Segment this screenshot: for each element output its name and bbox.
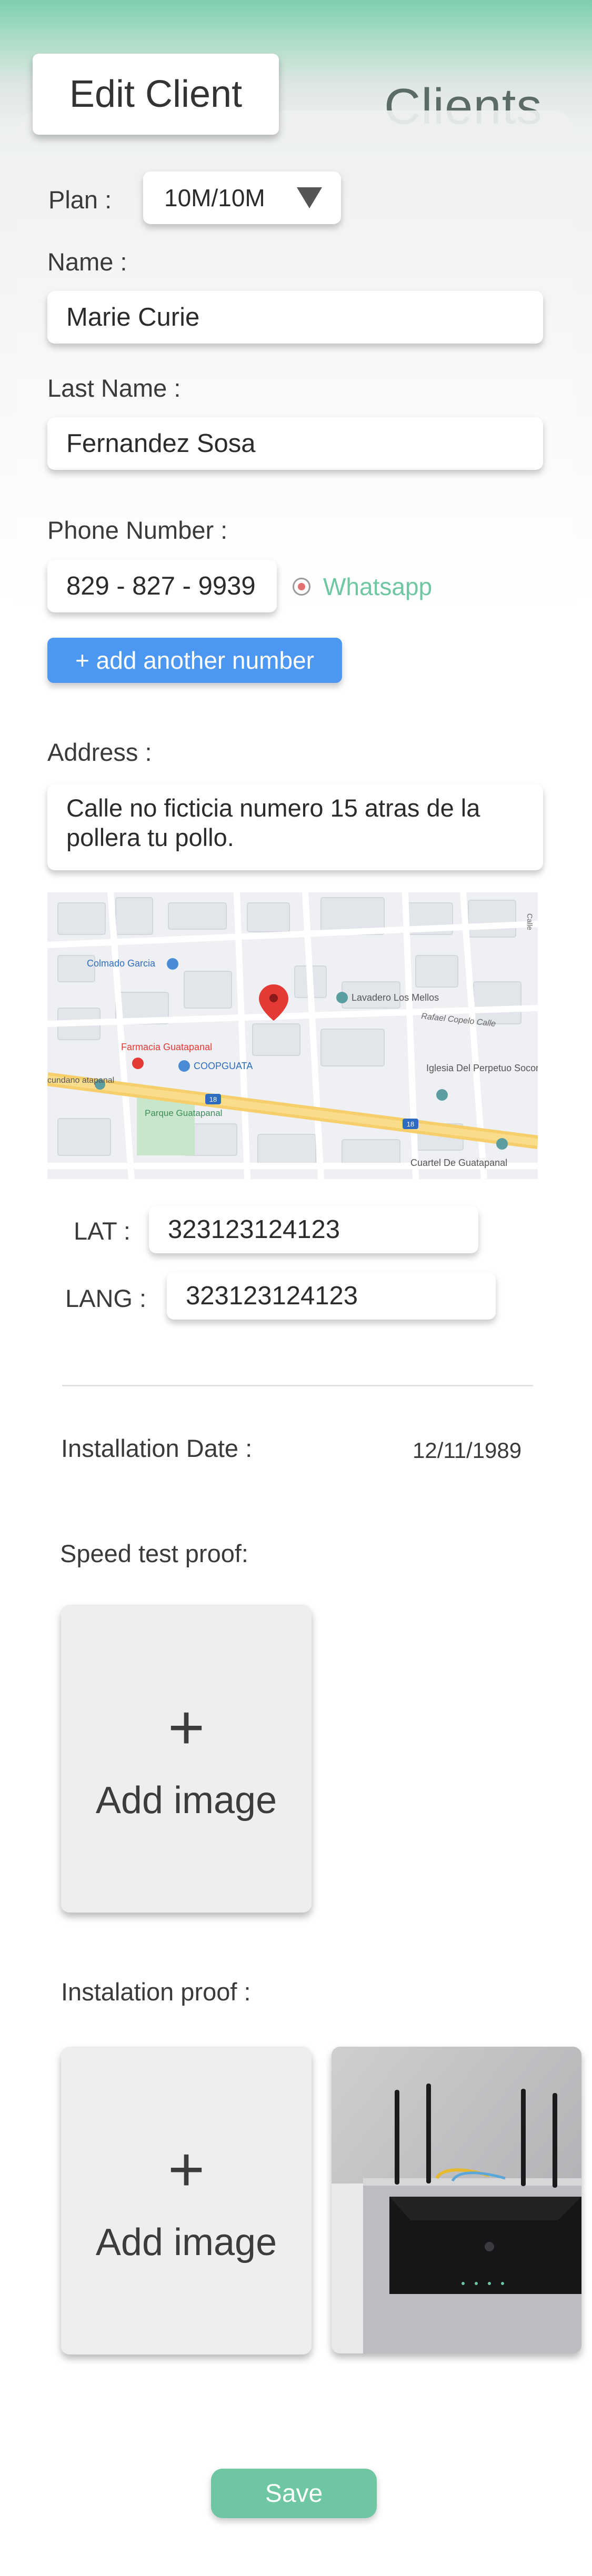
map-label-parque: Parque Guatapanal (145, 1108, 222, 1118)
map-label-coopguata: COOPGUATA (194, 1061, 253, 1071)
map-label-iglesia: Iglesia Del Perpetuo Socorro (426, 1063, 538, 1073)
add-another-number-button[interactable]: + add another number (47, 638, 342, 683)
router-photo-thumbnail[interactable] (332, 2047, 581, 2353)
add-image-label: Add image (95, 2221, 277, 2263)
plan-label: Plan : (48, 186, 112, 214)
lat-input[interactable]: 323123124123 (149, 1206, 478, 1253)
plus-icon: + (167, 1692, 205, 1763)
installation-date-label: Installation Date : (61, 1434, 253, 1462)
lang-label: LANG : (65, 1284, 147, 1312)
last-name-label: Last Name : (47, 374, 181, 402)
last-name-input[interactable]: Fernandez Sosa (47, 417, 543, 470)
save-button[interactable]: Save (211, 2469, 377, 2518)
plan-select[interactable]: 10M/10M (143, 172, 341, 224)
lang-input[interactable]: 323123124123 (167, 1272, 496, 1320)
map-route-number-2: 18 (407, 1120, 414, 1128)
address-input[interactable]: Calle no ficticia numero 15 atras de la … (47, 784, 543, 870)
whatsapp-label: Whatsapp (323, 573, 433, 600)
lat-label: LAT : (74, 1217, 131, 1245)
phone-number-label: Phone Number : (47, 516, 228, 544)
plus-icon: + (167, 2134, 205, 2205)
map-route-number: 18 (209, 1095, 217, 1103)
map-label-cundano: cundano atapanal (47, 1076, 114, 1085)
router-photo-image (332, 2047, 581, 2353)
section-divider (62, 1385, 533, 1386)
installation-proof-label: Instalation proof : (61, 1978, 251, 2006)
map-label-cuartel: Cuartel De Guatapanal (410, 1158, 507, 1168)
installation-proof-add-image-button[interactable]: + Add image (61, 2047, 312, 2354)
installation-date-value[interactable]: 12/11/1989 (413, 1438, 521, 1463)
name-input[interactable]: Marie Curie (47, 291, 543, 344)
triangle-down-icon (297, 187, 322, 208)
location-map[interactable]: 18 18 Colmado Garcia Lavadero Los Mellos… (47, 892, 538, 1179)
address-label: Address : (47, 738, 152, 766)
page-title: Edit Client (33, 54, 279, 135)
name-label: Name : (47, 248, 127, 276)
speed-test-add-image-button[interactable]: + Add image (61, 1605, 312, 1913)
map-label-lavadero: Lavadero Los Mellos (352, 992, 439, 1003)
map-label-colmado: Colmado Garcia (87, 958, 156, 969)
speed-test-label: Speed test proof: (60, 1539, 248, 1567)
plan-select-value: 10M/10M (164, 184, 265, 212)
map-label-calle: Calle (526, 913, 534, 930)
whatsapp-option[interactable]: Whatsapp (293, 572, 432, 601)
add-image-label: Add image (95, 1779, 277, 1822)
radio-button-icon[interactable] (293, 578, 310, 596)
phone-number-input[interactable]: 829 - 827 - 9939 (47, 560, 277, 612)
map-label-farmacia: Farmacia Guatapanal (121, 1042, 212, 1052)
